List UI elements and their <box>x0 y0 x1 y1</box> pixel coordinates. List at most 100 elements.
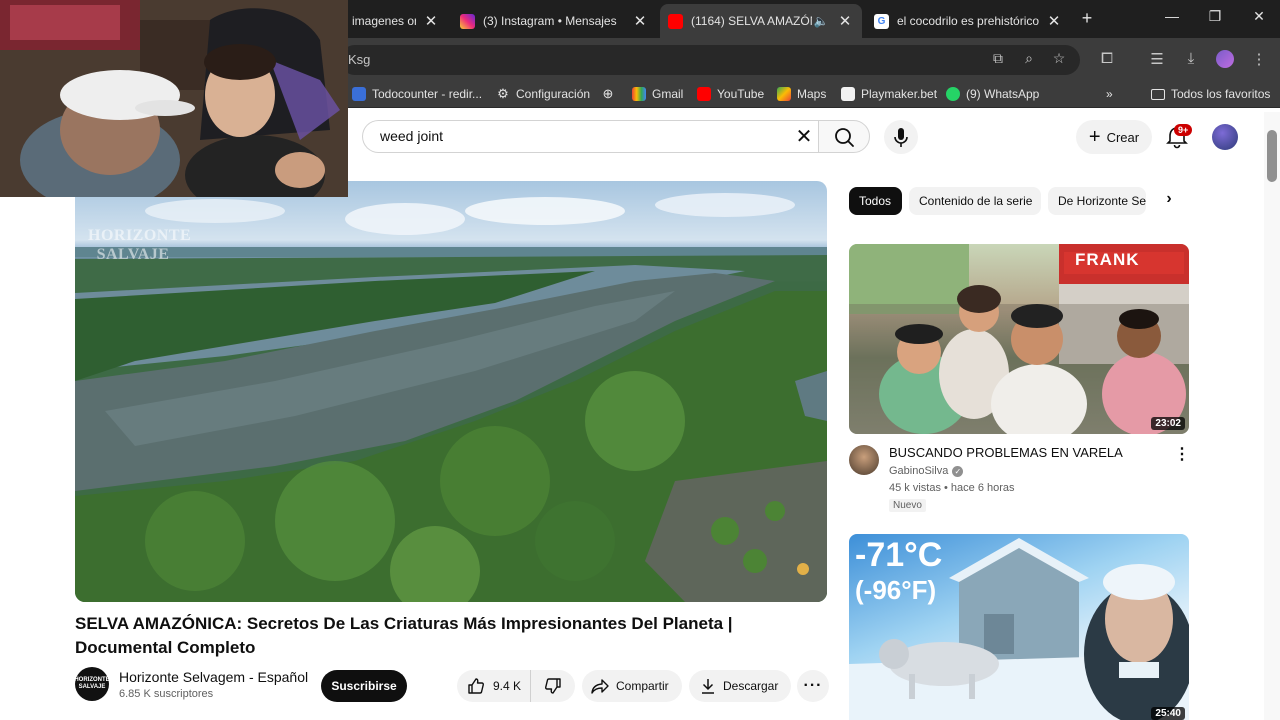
speaker-icon[interactable]: 🔈 <box>812 14 830 28</box>
search-button[interactable] <box>818 120 870 153</box>
bookmark-configuracion[interactable]: ⚙ Configuración <box>496 85 590 103</box>
tab-imagenes[interactable]: imagenes on ✕ <box>344 4 448 38</box>
folder-icon <box>1151 88 1165 100</box>
google-icon: G <box>874 13 889 29</box>
chevron-right-icon[interactable]: › <box>1158 190 1180 212</box>
close-icon[interactable]: ✕ <box>631 12 649 30</box>
close-icon[interactable]: ✕ <box>836 12 854 30</box>
chip-from-channel[interactable]: De Horizonte Se <box>1048 187 1146 215</box>
thumbnail-image <box>849 244 1189 434</box>
channel-watermark: HORIZONTE SALVAJE <box>88 227 192 263</box>
media-queue-icon[interactable]: ☰ <box>1146 50 1168 68</box>
bookmark-gmail[interactable]: Gmail <box>632 85 683 103</box>
bookmark-label: YouTube <box>717 87 765 101</box>
page-scrollbar[interactable] <box>1264 112 1280 720</box>
profile-avatar[interactable] <box>1216 50 1234 68</box>
like-dislike-group: 9.4 K <box>457 670 575 702</box>
thumbs-up-icon <box>468 678 484 694</box>
cast-icon[interactable]: ⧉ <box>988 50 1008 67</box>
more-vertical-icon[interactable]: ⋮ <box>1174 444 1190 464</box>
chip-label: De Horizonte Se <box>1058 194 1146 208</box>
download-icon[interactable]: ⤓ <box>1180 50 1202 67</box>
recommendation-title[interactable]: BUSCANDO PROBLEMAS EN VARELA <box>889 445 1159 461</box>
chip-todos[interactable]: Todos <box>849 187 902 215</box>
chip-label: Todos <box>859 194 892 208</box>
thumb-temperature-c: -71°C <box>855 536 943 574</box>
share-button[interactable]: Compartir <box>582 670 682 702</box>
bookmark-maps[interactable]: Maps <box>777 85 826 103</box>
recommendation-channel[interactable]: GabinoSilva ✓ <box>889 465 964 477</box>
video-duration: 23:02 <box>1151 417 1185 430</box>
tab-title: (1164) SELVA AMAZÓNI <box>691 14 812 28</box>
tab-title: el cocodrilo es prehistórico <box>897 14 1039 28</box>
bookmark-playmaker[interactable]: Playmaker.bet <box>841 85 937 103</box>
bookmark-label: Maps <box>797 87 827 101</box>
close-icon[interactable]: ✕ <box>422 12 440 30</box>
chip-series-content[interactable]: Contenido de la serie <box>909 187 1041 215</box>
new-tab-icon[interactable]: + <box>1077 8 1097 29</box>
create-button[interactable]: + Crear <box>1076 120 1152 154</box>
minimize-icon[interactable]: — <box>1162 8 1182 24</box>
chip-label: Contenido de la serie <box>919 194 1033 208</box>
like-button[interactable]: 9.4 K <box>457 670 531 702</box>
subscribe-button[interactable]: Suscribirse <box>321 670 407 702</box>
channel-name[interactable]: Horizonte Selvagem - Español <box>119 669 308 685</box>
scrollbar-thumb[interactable] <box>1267 130 1277 182</box>
playmaker-icon <box>841 87 855 101</box>
subscriber-count: 6.85 K suscriptores <box>119 688 214 700</box>
url-text: Ksg <box>348 52 371 67</box>
tab-google[interactable]: G el cocodrilo es prehistórico ✕ <box>866 4 1071 38</box>
video-player[interactable] <box>75 181 827 602</box>
download-label: Descargar <box>723 679 779 693</box>
address-bar[interactable]: Ksg <box>340 45 1080 75</box>
plus-icon: + <box>1088 125 1101 148</box>
extensions-icon[interactable]: ⧠ <box>1096 50 1118 67</box>
thumb-temperature-f: (-96°F) <box>855 575 937 605</box>
bookmark-todocounter[interactable]: Todocounter - redir... <box>352 85 482 103</box>
thumbs-down-icon <box>545 678 561 694</box>
thumb-sign-text: FRANK <box>1075 250 1140 269</box>
bookmark-youtube[interactable]: YouTube <box>697 85 764 103</box>
star-icon[interactable]: ☆ <box>1049 50 1069 67</box>
voice-search-button[interactable] <box>884 120 918 154</box>
video-title: SELVA AMAZÓNICA: Secretos De Las Criatur… <box>75 614 733 657</box>
bookmark-globe[interactable]: ⊕ <box>601 85 621 103</box>
user-avatar[interactable] <box>1212 124 1238 150</box>
gmail-icon <box>632 87 646 101</box>
close-icon[interactable]: ✕ <box>1045 12 1063 30</box>
like-count: 9.4 K <box>493 679 522 693</box>
recommendation-thumbnail[interactable]: -71°C (-96°F) 25:40 <box>849 534 1189 720</box>
tab-youtube[interactable]: (1164) SELVA AMAZÓNI 🔈 ✕ <box>660 4 862 38</box>
more-actions-icon[interactable]: ··· <box>797 670 829 702</box>
all-bookmarks[interactable]: Todos los favoritos <box>1151 85 1270 103</box>
menu-icon[interactable]: ⋮ <box>1248 50 1270 68</box>
recommendation-thumbnail[interactable]: FRANK 23:02 <box>849 244 1189 434</box>
microphone-icon <box>894 128 908 147</box>
gear-icon: ⚙ <box>497 86 509 101</box>
bookmark-label: Todocounter - redir... <box>372 87 483 101</box>
tab-title: imagenes on <box>352 14 416 28</box>
channel-avatar[interactable]: HORIZONTE SALVAJE <box>74 667 110 701</box>
bookmarks-overflow-icon[interactable]: » <box>1106 85 1113 103</box>
youtube-icon <box>697 87 711 101</box>
channel-name: GabinoSilva <box>889 465 949 477</box>
window-close-icon[interactable]: ✕ <box>1249 8 1269 25</box>
tab-instagram[interactable]: (3) Instagram • Mensajes ✕ <box>452 4 657 38</box>
youtube-icon <box>668 13 683 29</box>
clear-search-icon[interactable]: ✕ <box>792 124 816 149</box>
download-button[interactable]: Descargar <box>689 670 791 702</box>
tab-title: (3) Instagram • Mensajes <box>483 14 617 28</box>
dislike-button[interactable] <box>531 670 575 702</box>
bookmark-label: Gmail <box>652 87 684 101</box>
instagram-icon <box>460 13 475 29</box>
notification-count-badge: 9+ <box>1174 124 1193 136</box>
bookmark-whatsapp[interactable]: (9) WhatsApp <box>946 85 1039 103</box>
channel-avatar[interactable] <box>849 445 879 475</box>
video-duration: 25:40 <box>1151 707 1185 720</box>
bookmark-icon <box>352 87 366 101</box>
verified-check-icon: ✓ <box>952 465 964 477</box>
search-query: weed joint <box>380 128 444 144</box>
share-icon <box>591 679 609 694</box>
zoom-icon[interactable]: ⌕ <box>1019 50 1039 67</box>
restore-icon[interactable]: ❐ <box>1205 8 1225 25</box>
